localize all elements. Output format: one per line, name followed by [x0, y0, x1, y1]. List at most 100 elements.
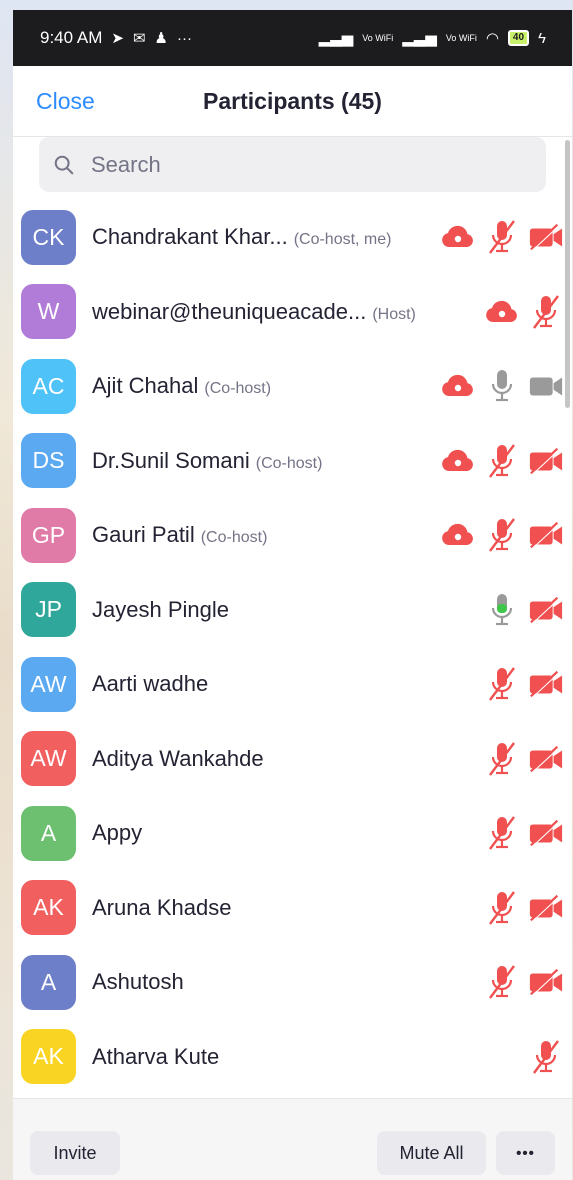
participant-status-icons [484, 722, 564, 796]
avatar: W [21, 284, 76, 339]
participant-name: Ajit Chahal [92, 373, 199, 398]
mic-muted-icon [484, 741, 520, 777]
participant-status-icons [484, 796, 564, 870]
participant-status-icons [484, 945, 564, 1019]
participant-role: (Co-host, me) [293, 231, 392, 248]
participant-row[interactable]: Wwebinar@theuniqueacade... (Host) [13, 275, 572, 349]
battery-icon: 40 [507, 30, 530, 46]
participant-status-icons [528, 1020, 564, 1094]
more-button[interactable]: ••• [496, 1131, 555, 1175]
video-off-icon [528, 815, 564, 851]
participant-row[interactable]: AK Atharva Kute [13, 1020, 572, 1094]
status-bar: 9:40 AM ➤ ✉ ♟ ··· ▂▃▅ Vo WiFi ▂▃▅ Vo WiF… [13, 10, 572, 66]
mic-muted-icon [484, 666, 520, 702]
participant-status-icons [484, 647, 564, 721]
header: Participants (45) Close [13, 66, 572, 137]
participant-row[interactable]: AW Aditya Wankahde [13, 722, 572, 796]
video-off-icon [528, 219, 564, 255]
mic-muted-icon [484, 815, 520, 851]
search-bar[interactable] [39, 137, 546, 192]
video-off-icon [528, 592, 564, 628]
mic-muted-icon [484, 219, 520, 255]
cloud-record-icon [440, 443, 476, 479]
video-off-icon [528, 666, 564, 702]
page-title: Participants (45) [203, 88, 382, 114]
participant-role: (Co-host) [255, 454, 323, 472]
cloud-record-icon [440, 517, 476, 553]
video-off-icon [528, 964, 564, 1000]
participant-name-block: Aruna Khadse [92, 895, 231, 921]
avatar: AW [21, 656, 76, 712]
mic-active-icon [484, 592, 520, 628]
navigation-arrow-icon: ➤ [111, 30, 124, 47]
participant-name: Chandrakant Khar... [92, 224, 288, 249]
participant-name-block: Ashutosh [92, 969, 184, 995]
signal-icon-2: ▂▃▅ [402, 30, 437, 47]
avatar: A [21, 954, 76, 1010]
participant-name-block: Aarti wadhe [92, 671, 208, 697]
avatar: AK [21, 880, 76, 935]
wifi-icon: ◠ [485, 30, 499, 47]
mail-icon: ✉ [132, 30, 146, 47]
participant-row[interactable]: CK Chandrakant Khar... (Co-host, me) [13, 200, 572, 274]
participant-status-icons [484, 871, 564, 945]
participant-name-block: Gauri Patil (Co-host) [92, 522, 267, 548]
vowifi-label: Vo WiFi [362, 32, 394, 43]
cloud-record-icon [484, 294, 520, 330]
participant-row[interactable]: DS Dr.Sunil Somani (Co-host) [13, 424, 572, 498]
scrollbar[interactable] [565, 140, 570, 408]
avatar: GP [21, 507, 76, 563]
participant-name: Dr.Sunil Somani [92, 447, 250, 473]
avatar: JP [21, 582, 76, 637]
participant-role: (Host) [372, 305, 416, 323]
participant-name: Aruna Khadse [92, 894, 232, 920]
participant-name: Aditya Wankahde [92, 745, 264, 771]
participant-name-block: Chandrakant Khar... (Co-host, me) [92, 224, 391, 250]
charging-icon: ϟ [538, 29, 546, 47]
participant-list: CK Chandrakant Khar... (Co-host, me) Wwebin… [13, 200, 572, 1095]
avatar: AC [21, 358, 76, 414]
search-icon [54, 155, 74, 174]
participant-status-icons [440, 349, 564, 423]
participant-row[interactable]: A Appy [13, 796, 572, 870]
participant-name: Jayesh Pingle [92, 596, 229, 622]
footer-toolbar: Invite Mute All ••• [13, 1098, 572, 1180]
participant-name-block: Jayesh Pingle [92, 597, 229, 623]
mic-muted-icon [528, 1039, 564, 1075]
avatar: AK [21, 1029, 76, 1084]
participants-screen: 9:40 AM ➤ ✉ ♟ ··· ▂▃▅ Vo WiFi ▂▃▅ Vo WiF… [13, 10, 572, 1180]
participant-name-block: Appy [92, 820, 142, 846]
video-off-icon [528, 890, 564, 926]
close-button[interactable]: Close [36, 66, 95, 136]
participant-status-icons [440, 200, 564, 274]
participant-name: Ashutosh [92, 969, 184, 994]
status-time: 9:40 AM [40, 28, 103, 47]
participant-name: webinar@theuniqueacade... [92, 298, 367, 324]
cloud-record-icon [440, 368, 476, 404]
vowifi-label-2: Vo WiFi [445, 32, 477, 43]
participant-name-block: webinar@theuniqueacade... (Host) [92, 299, 416, 325]
mute-all-button[interactable]: Mute All [377, 1131, 486, 1175]
invite-button[interactable]: Invite [30, 1131, 120, 1175]
avatar: A [21, 805, 76, 861]
participant-name: Atharva Kute [92, 1043, 220, 1069]
avatar: AW [21, 731, 76, 786]
participant-name-block: Aditya Wankahde [92, 746, 264, 772]
video-off-icon [528, 741, 564, 777]
participant-name-block: Ajit Chahal (Co-host) [92, 373, 271, 399]
search-input[interactable] [89, 150, 513, 179]
participant-row[interactable]: A Ashutosh [13, 945, 572, 1019]
mic-muted-icon [484, 890, 520, 926]
participant-name: Appy [92, 820, 143, 845]
mic-muted-icon [484, 964, 520, 1000]
participant-row[interactable]: AC Ajit Chahal (Co-host) [13, 349, 572, 423]
participant-row[interactable]: AW Aarti wadhe [13, 647, 572, 721]
avatar: DS [21, 433, 76, 488]
signal-icon: ▂▃▅ [318, 30, 354, 47]
participant-row[interactable]: JP Jayesh Pingle [13, 573, 572, 647]
participant-row[interactable]: GP Gauri Patil (Co-host) [13, 498, 572, 572]
mic-muted-icon [528, 294, 564, 330]
participant-row[interactable]: AK Aruna Khadse [13, 871, 572, 945]
participant-status-icons [440, 424, 564, 498]
participant-role: (Co-host) [204, 380, 272, 397]
